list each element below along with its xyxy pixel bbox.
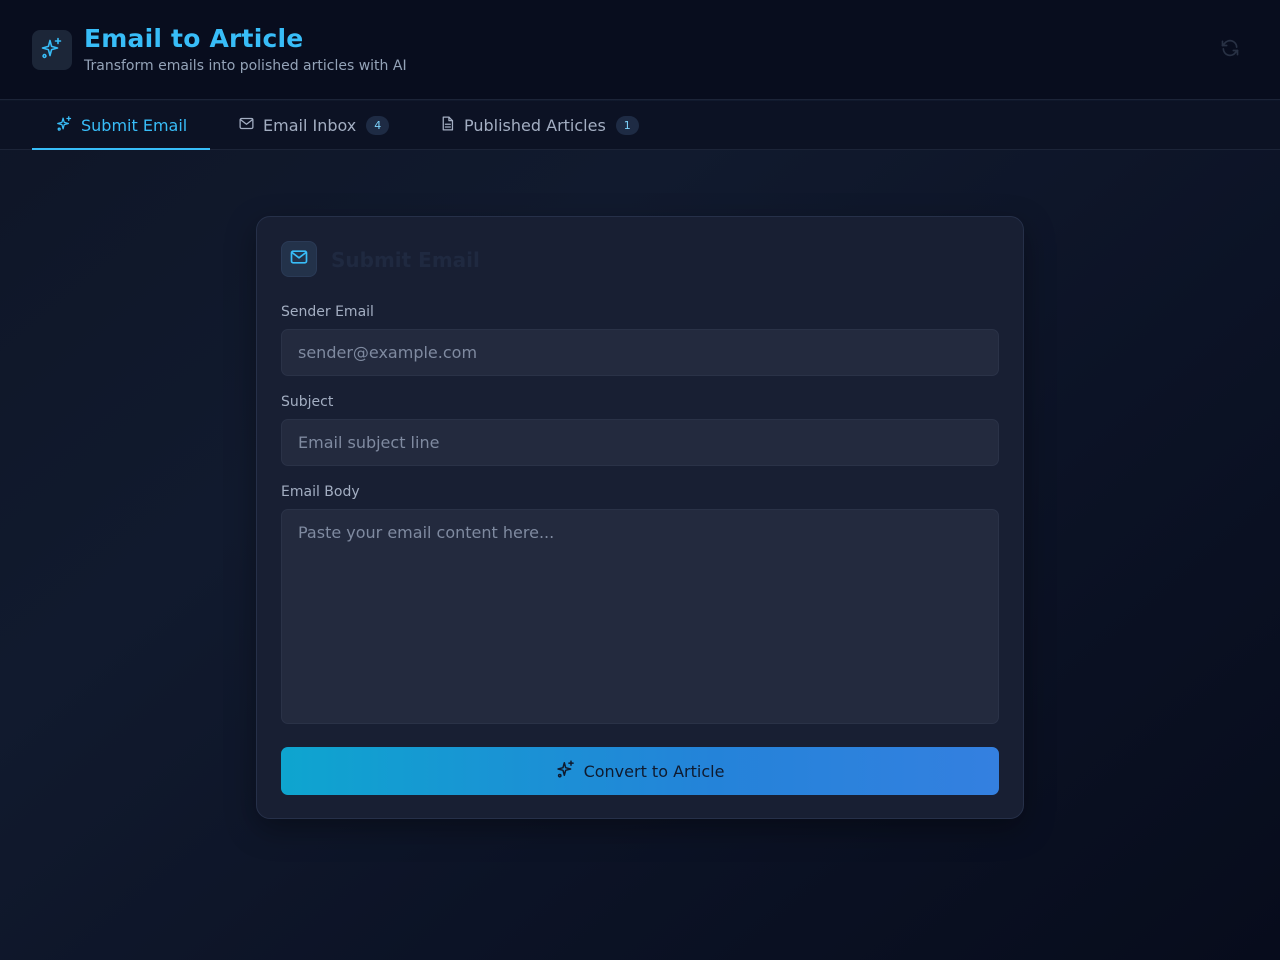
email-body-textarea[interactable] [281, 509, 999, 724]
tab-published-articles[interactable]: Published Articles 1 [439, 101, 639, 149]
logo [32, 30, 72, 70]
app-title: Email to Article [84, 24, 304, 53]
sparkles-icon [40, 36, 64, 64]
tab-label: Email Inbox [263, 115, 357, 135]
email-body-label: Email Body [281, 484, 360, 500]
tab-label: Submit Email [81, 115, 188, 135]
tab-label: Published Articles [464, 115, 606, 135]
refresh-icon [1220, 38, 1240, 62]
sender-email-input[interactable] [281, 329, 999, 376]
convert-button-label: Convert to Article [583, 761, 725, 781]
submit-email-card: Submit Email Sender Email Subject Email … [256, 216, 1024, 819]
mail-icon [238, 115, 255, 136]
tab-email-inbox[interactable]: Email Inbox 4 [238, 101, 390, 149]
app-header: Email to Article Transform emails into p… [0, 0, 1280, 100]
card-icon [281, 241, 317, 277]
sender-email-label: Sender Email [281, 304, 374, 320]
inbox-count-badge: 4 [366, 115, 390, 135]
convert-to-article-button[interactable]: Convert to Article [281, 747, 999, 795]
tab-submit-email[interactable]: Submit Email [32, 101, 210, 150]
subject-input[interactable] [281, 419, 999, 466]
card-title: Submit Email [331, 248, 480, 272]
mail-icon [289, 247, 309, 271]
refresh-button[interactable] [1216, 36, 1244, 64]
sparkles-icon [56, 115, 73, 136]
app-subtitle: Transform emails into polished articles … [84, 58, 407, 74]
articles-count-badge: 1 [615, 115, 639, 135]
sparkles-icon [556, 759, 576, 783]
document-icon [439, 115, 456, 136]
tab-bar: Submit Email Email Inbox 4 Published Art… [0, 101, 1280, 150]
subject-label: Subject [281, 394, 334, 410]
